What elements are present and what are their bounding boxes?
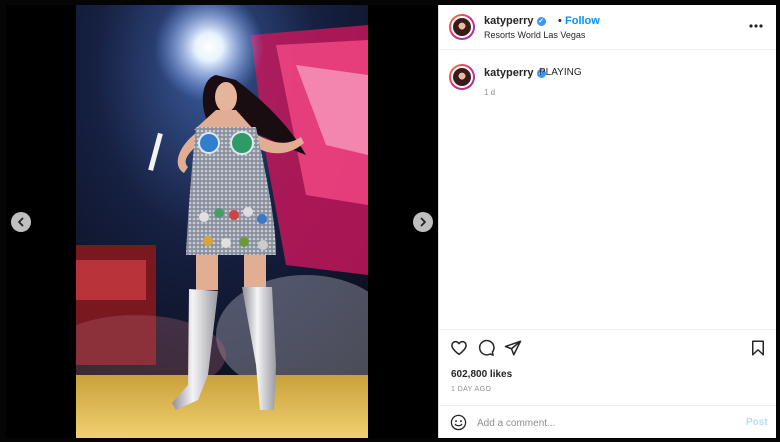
post-viewer: katyperry ✓ • Follow Resorts World Las Ve… [0, 0, 780, 442]
username-link[interactable]: katyperry ✓ [484, 15, 546, 27]
more-options-icon [749, 24, 763, 28]
avatar[interactable] [449, 14, 475, 40]
avatar-image [451, 66, 473, 88]
location-link[interactable]: Resorts World Las Vegas [484, 30, 585, 40]
post-timestamp[interactable]: 1 DAY AGO [451, 386, 491, 393]
emoji-button[interactable] [450, 414, 467, 431]
more-options-button[interactable] [746, 19, 766, 33]
chevron-left-icon [18, 217, 24, 227]
share-button[interactable] [504, 339, 522, 357]
caption-username-link[interactable]: katyperry ✓ [484, 67, 546, 79]
comment-bar: Post [439, 405, 776, 440]
save-button[interactable] [749, 339, 767, 357]
comment-input[interactable] [477, 415, 727, 431]
post-comment-button[interactable]: Post [746, 417, 768, 428]
verified-badge-icon: ✓ [536, 17, 546, 26]
separator-dot: • [558, 15, 562, 27]
post-header: katyperry ✓ • Follow Resorts World Las Ve… [439, 5, 776, 50]
caption-username: katyperry [484, 67, 534, 79]
post-media [6, 5, 438, 438]
next-photo-button[interactable] [413, 212, 433, 232]
follow-button[interactable]: Follow [565, 15, 600, 27]
post-details-panel: katyperry ✓ • Follow Resorts World Las Ve… [438, 5, 776, 438]
post-actions: 602,800 likes 1 DAY AGO Post [439, 329, 776, 440]
heart-icon [451, 340, 467, 356]
concert-photo [76, 5, 368, 438]
chevron-right-icon [420, 217, 426, 227]
previous-photo-button[interactable] [11, 212, 31, 232]
paper-plane-icon [504, 340, 522, 356]
avatar-image [451, 16, 473, 38]
emoji-icon [450, 414, 467, 431]
comment-button[interactable] [477, 339, 495, 357]
caption-avatar[interactable] [449, 64, 475, 90]
comment-icon [478, 339, 495, 356]
caption-timestamp[interactable]: 1 d [484, 88, 495, 97]
caption-text: PLAYING [539, 67, 582, 78]
bookmark-icon [752, 340, 764, 356]
like-button[interactable] [450, 339, 468, 357]
username: katyperry [484, 15, 534, 27]
likes-count[interactable]: 602,800 likes [451, 369, 512, 380]
